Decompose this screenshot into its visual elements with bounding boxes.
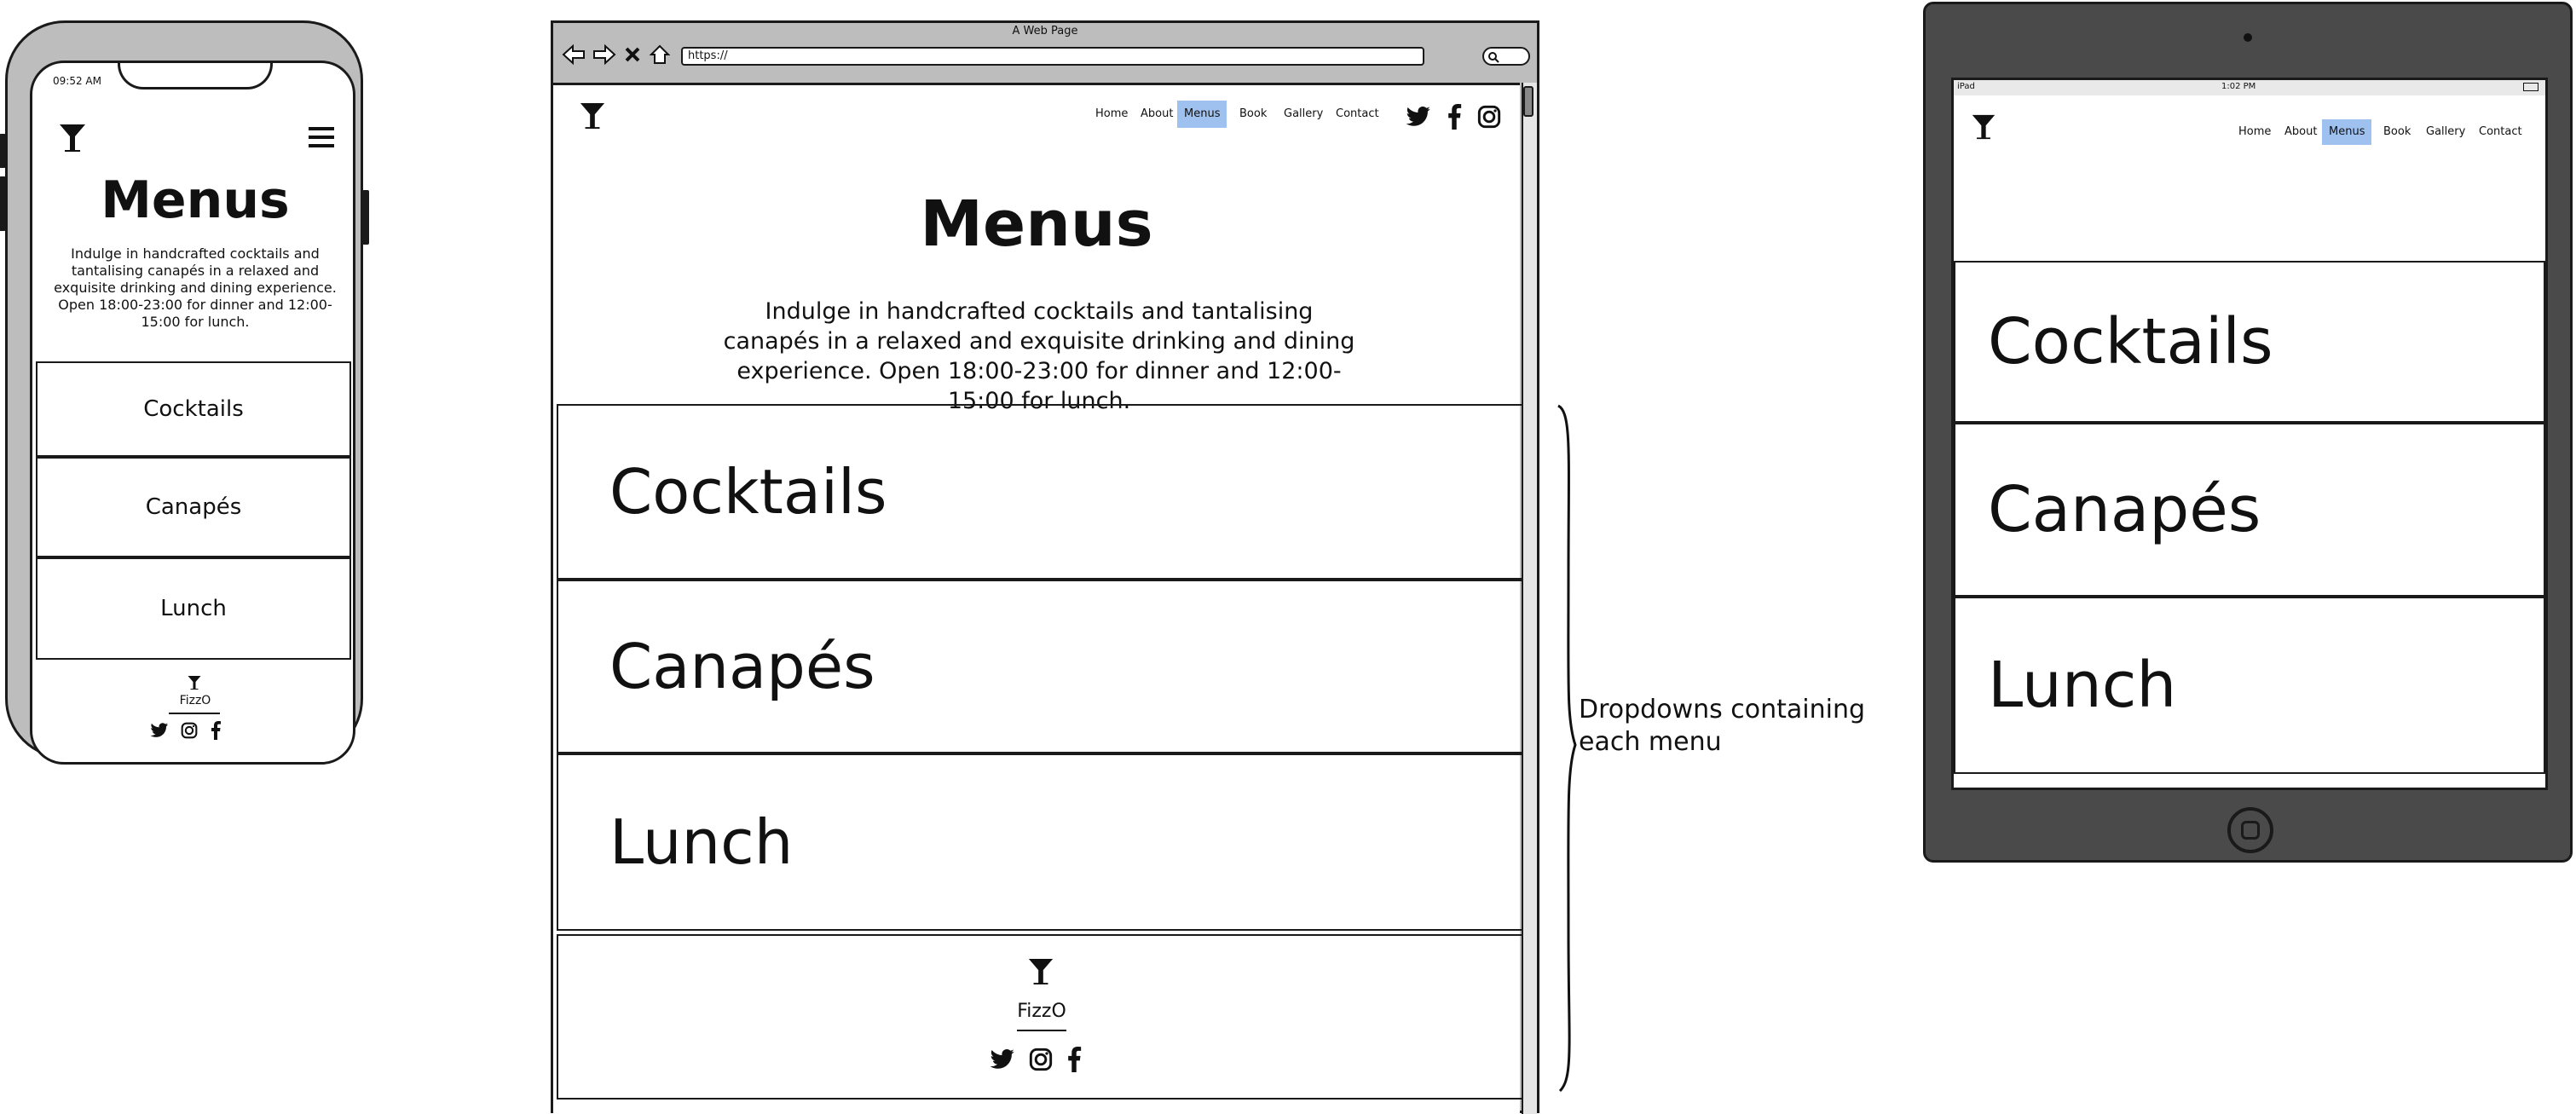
tablet-home-button[interactable] <box>2227 807 2273 853</box>
browser-controls <box>562 43 671 66</box>
instagram-icon[interactable] <box>1477 105 1501 129</box>
home-button-square <box>2241 821 2260 840</box>
twitter-icon[interactable] <box>1406 106 1431 128</box>
menu-dropdown-canapes[interactable]: Canapés <box>1954 423 2545 597</box>
nav-gallery[interactable]: Gallery <box>1277 101 1330 128</box>
page-intro: Indulge in handcrafted cocktails and tan… <box>723 298 1355 414</box>
nav-contact[interactable]: Contact <box>1329 101 1386 128</box>
menu-dropdown-lunch[interactable]: Lunch <box>1954 597 2545 774</box>
tablet-screen: iPad 1:02 PM Home About Menus Book Galle… <box>1951 78 2548 790</box>
nav-about[interactable]: About <box>1134 101 1180 128</box>
footer-brand: FizzO <box>1017 1001 1066 1022</box>
scrollbar-thumb[interactable] <box>1523 86 1533 117</box>
header-social-links <box>1406 104 1501 130</box>
footer-logo-icon <box>187 675 202 690</box>
nav-gallery[interactable]: Gallery <box>2419 119 2472 145</box>
twitter-icon[interactable] <box>990 1048 1015 1071</box>
footer-divider <box>169 713 220 714</box>
cocktail-glass-icon[interactable] <box>579 101 606 131</box>
cocktail-glass-icon[interactable] <box>58 123 87 153</box>
status-device: iPad <box>1957 82 1975 91</box>
nav-menus[interactable]: Menus <box>2322 119 2372 145</box>
menu-label: Canapés <box>145 494 242 520</box>
menu-label: Cocktails <box>609 456 887 528</box>
footer-logo-icon <box>1027 956 1054 987</box>
annotation-brace <box>1555 404 1580 1093</box>
menu-dropdown-cocktails[interactable]: Cocktails <box>557 404 1528 580</box>
menu-label: Lunch <box>160 596 227 621</box>
nav-menus[interactable]: Menus <box>1177 101 1227 128</box>
nav-home[interactable]: Home <box>2232 119 2278 145</box>
battery-icon <box>2523 83 2538 91</box>
menu-label: Cocktails <box>143 396 244 422</box>
instagram-icon[interactable] <box>181 722 198 739</box>
facebook-icon[interactable] <box>1066 1047 1082 1072</box>
nav-book[interactable]: Book <box>1233 101 1274 128</box>
page-footer: FizzO <box>557 934 1527 1100</box>
phone-notch <box>118 63 273 89</box>
page-title: Menus <box>101 170 290 230</box>
footer-divider <box>1017 1030 1066 1031</box>
facebook-icon[interactable] <box>210 721 222 740</box>
browser-viewport: Home About Menus Book Gallery Contact Me… <box>553 83 1528 1114</box>
search-field[interactable] <box>1482 47 1530 66</box>
phone-screen: 09:52 AM Menus Indulge in handcrafted co… <box>30 61 355 765</box>
footer-social-links <box>150 721 222 740</box>
menu-dropdown-lunch[interactable]: Lunch <box>36 557 351 660</box>
menu-label: Cocktails <box>1988 305 2273 378</box>
tablet-status-bar: iPad 1:02 PM <box>1954 80 2545 95</box>
power-button <box>362 190 369 245</box>
tablet-wireframe: iPad 1:02 PM Home About Menus Book Galle… <box>1923 2 2573 863</box>
home-icon[interactable] <box>649 43 671 66</box>
volume-button <box>0 176 6 231</box>
page-title: Menus <box>920 188 1153 261</box>
nav-book[interactable]: Book <box>2377 119 2417 145</box>
close-icon[interactable] <box>623 45 642 64</box>
back-arrow-icon[interactable] <box>562 43 586 66</box>
menu-label: Canapés <box>609 631 875 702</box>
facebook-icon[interactable] <box>1447 104 1462 130</box>
search-icon <box>1488 52 1499 63</box>
cocktail-glass-icon[interactable] <box>1971 113 1996 141</box>
browser-window: A Web Page https:// Home About Menus Boo… <box>551 20 1539 1114</box>
nav-home[interactable]: Home <box>1089 101 1135 128</box>
menu-dropdown-canapes[interactable]: Canapés <box>36 457 351 557</box>
hamburger-menu-icon[interactable] <box>307 124 336 150</box>
footer-brand: FizzO <box>179 694 211 707</box>
vertical-scrollbar[interactable] <box>1522 83 1537 1114</box>
menu-dropdown-lunch[interactable]: Lunch <box>557 753 1528 931</box>
menu-dropdown-canapes[interactable]: Canapés <box>557 580 1528 753</box>
phone-wireframe: 09:52 AM Menus Indulge in handcrafted co… <box>0 20 369 765</box>
nav-about[interactable]: About <box>2278 119 2324 145</box>
menu-label: Canapés <box>1988 473 2261 546</box>
forward-arrow-icon[interactable] <box>592 43 616 66</box>
window-title: A Web Page <box>1012 25 1078 38</box>
annotation-text: Dropdowns containing each menu <box>1579 695 1866 757</box>
instagram-icon[interactable] <box>1029 1048 1053 1071</box>
page-intro: Indulge in handcrafted cocktails and tan… <box>54 245 337 330</box>
camera-dot <box>2244 33 2252 42</box>
footer-social-links <box>990 1047 1082 1072</box>
menu-dropdown-cocktails[interactable]: Cocktails <box>36 361 351 457</box>
volume-button <box>0 134 6 168</box>
phone-status-time: 09:52 AM <box>53 75 101 87</box>
nav-contact[interactable]: Contact <box>2472 119 2529 145</box>
url-input[interactable]: https:// <box>681 47 1424 66</box>
menu-dropdown-cocktails[interactable]: Cocktails <box>1954 261 2545 423</box>
status-time: 1:02 PM <box>2221 82 2256 91</box>
twitter-icon[interactable] <box>150 722 169 739</box>
menu-label: Lunch <box>1988 649 2177 722</box>
menu-label: Lunch <box>609 806 794 878</box>
